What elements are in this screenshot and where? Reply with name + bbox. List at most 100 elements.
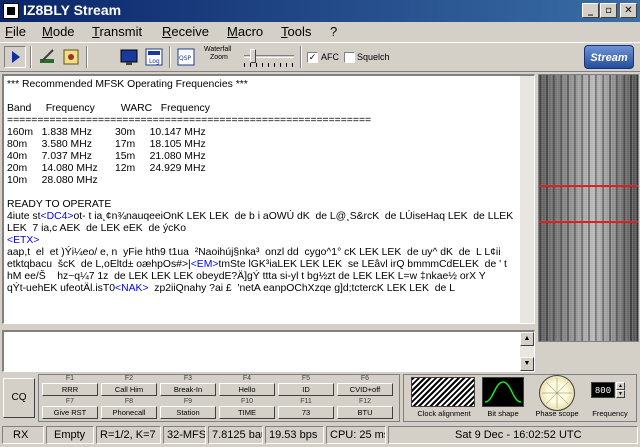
settings-button[interactable] xyxy=(60,46,82,68)
tx-scrollbar[interactable]: ▲ ▼ xyxy=(520,332,534,371)
status-cpu: CPU: 25 ms (18%) xyxy=(326,426,386,444)
rx-line: 20m 14.080 MHz 12m 24.929 MHz xyxy=(7,163,206,174)
rx-scrollbar[interactable] xyxy=(520,76,534,323)
menu-receive[interactable]: Receive xyxy=(162,24,209,39)
bit-shape-icon xyxy=(484,381,522,403)
macro-button-f1[interactable]: RRR xyxy=(42,383,98,396)
settings-icon xyxy=(63,49,79,65)
macro-button-f3[interactable]: Break-In xyxy=(160,383,216,396)
macro-button-f10[interactable]: TIME xyxy=(219,406,275,419)
fkey-label: F4 xyxy=(242,375,252,382)
tx-scroll-down-button[interactable]: ▼ xyxy=(520,357,534,371)
waterfall-spectrum xyxy=(539,75,638,341)
rx-segment: etktqbacu šcK de L,oEltd± oæhpOs#>| xyxy=(7,259,191,270)
waterfall-marker-lower[interactable] xyxy=(539,221,638,223)
menu-file[interactable]: File xyxy=(5,24,26,39)
macro-button-f11[interactable]: 73 xyxy=(278,406,334,419)
menu-help[interactable]: ? xyxy=(330,24,337,39)
rx-line: etktqbacu šcK de L,oEltd± oæhpOs#>|<EM>t… xyxy=(7,259,517,271)
macro-button-f7[interactable]: Give RST xyxy=(42,406,98,419)
menu-tools[interactable]: Tools xyxy=(281,24,311,39)
svg-text:Log: Log xyxy=(149,58,160,65)
macro-button-f8[interactable]: Phonecall xyxy=(101,406,157,419)
rx-line: hM ee/Š hz~q¼7 1z de LEK LEK LEK obeydE?… xyxy=(7,271,517,283)
fkey-label: F11 xyxy=(300,398,312,405)
play-button[interactable] xyxy=(4,46,26,68)
edit-icon xyxy=(40,49,54,63)
zoom-slider-thumb[interactable] xyxy=(250,49,256,63)
fkey-label: F6 xyxy=(360,375,370,382)
tx-scroll-up-button[interactable]: ▲ xyxy=(520,332,534,346)
waterfall-marker-upper[interactable] xyxy=(539,185,638,187)
status-buffer: Empty xyxy=(46,426,94,444)
phase-scope-icon xyxy=(542,378,572,408)
status-bps: 19.53 bps xyxy=(265,426,324,444)
frequency-label: Frequency xyxy=(592,409,628,418)
rx-segment: qÝt-uehEK ufeotÄl.isT0 xyxy=(7,283,116,294)
control-code: <NAK> xyxy=(115,283,149,294)
menu-mode[interactable]: Mode xyxy=(42,24,75,39)
fkey-label: F5 xyxy=(301,375,311,382)
minimize-button[interactable]: _ xyxy=(582,3,599,18)
rx-line: Band Frequency WARC Frequency xyxy=(7,103,210,114)
frequency-display[interactable]: 800 xyxy=(591,382,615,398)
macro-button-f12[interactable]: BTU xyxy=(337,406,393,419)
app-icon[interactable] xyxy=(3,3,19,19)
status-modem: 32-MFSK xyxy=(163,426,206,444)
rx-segment: tmSte lGK³iaLEK LEK LEK se LEâvl irQ bmm… xyxy=(218,259,507,270)
menu-transmit[interactable]: Transmit xyxy=(92,24,142,39)
rx-segment: LEK 7 ia,c AEK de LEK eEK de ýcKo xyxy=(7,223,187,234)
rx-line: 160m 1.838 MHz 30m 10.147 MHz xyxy=(7,127,206,138)
squelch-checkbox[interactable] xyxy=(344,52,355,63)
log-button[interactable]: Log xyxy=(143,46,165,68)
rx-line xyxy=(7,91,517,103)
control-code: <ETX> xyxy=(7,235,40,246)
macro-button-f5[interactable]: ID xyxy=(278,383,334,396)
rx-text-pane[interactable]: *** Recommended MFSK Operating Frequenci… xyxy=(2,74,535,324)
macro-button-f4[interactable]: Hello xyxy=(219,383,275,396)
toolbar-separator xyxy=(300,46,302,68)
rx-segment: aap,t el et )Ýi¼eo/ e, n yFie hth9 t1ua … xyxy=(7,247,501,258)
fkey-label: F8 xyxy=(124,398,134,405)
macro-button-f2[interactable]: Call Him xyxy=(101,383,157,396)
tx-text-pane[interactable]: ▲ ▼ xyxy=(2,330,535,372)
rx-line: aap,t el et )Ýi¼eo/ e, n yFie hth9 t1ua … xyxy=(7,247,517,259)
control-code: <DC4> xyxy=(40,211,74,222)
clock-alignment-display[interactable] xyxy=(411,377,475,407)
status-baud: 7.8125 baud xyxy=(208,426,263,444)
menu-macro[interactable]: Macro xyxy=(227,24,263,39)
macro-button-f6[interactable]: CVID+off xyxy=(337,383,393,396)
close-button[interactable]: ✕ xyxy=(620,3,637,18)
fkey-label: F1 xyxy=(65,375,75,382)
fkey-label: F2 xyxy=(124,375,134,382)
rx-line: LEK 7 ia,c AEK de LEK eEK de ýcKo xyxy=(7,223,517,235)
title-bar: IZ8BLY Stream _ ▫ ✕ xyxy=(0,0,640,22)
zoom-label: Zoom xyxy=(210,54,228,61)
status-mode: RX xyxy=(2,426,44,444)
rx-line: <ETX> xyxy=(7,235,517,247)
qsp-button[interactable]: QSP xyxy=(175,46,197,68)
rx-line: qÝt-uehEK ufeotÄl.isT0<NAK> zp2iiQnahy ?… xyxy=(7,283,517,295)
toolbar-separator xyxy=(86,46,88,68)
svg-text:QSP: QSP xyxy=(179,55,192,62)
edit-button[interactable] xyxy=(36,46,58,68)
rx-line: 80m 3.580 MHz 17m 18.105 MHz xyxy=(7,139,206,150)
afc-checkbox[interactable]: ✓ xyxy=(307,52,318,63)
rx-line: 4iute st<DC4>ot- t ia¸¢n¾nauqeeiOnK LEK … xyxy=(7,211,517,223)
waterfall-display[interactable] xyxy=(538,74,639,342)
maximize-button[interactable]: ▫ xyxy=(600,3,617,18)
toolbar: Log QSP Waterfall Zoom ✓ AFC Squelch Str… xyxy=(0,42,640,72)
macro-button-f9[interactable]: Station xyxy=(160,406,216,419)
frequency-up-button[interactable]: ▲ xyxy=(616,382,625,390)
rx-line: 10m 28.080 MHz xyxy=(7,175,98,186)
waterfall-zoom-label: Waterfall Zoom xyxy=(204,46,231,62)
bit-shape-display[interactable] xyxy=(482,377,524,407)
monitor-button[interactable] xyxy=(118,46,140,68)
frequency-down-button[interactable]: ▼ xyxy=(616,390,625,398)
rx-segment: hM ee/Š hz~q¼7 1z de LEK LEK LEK obeydE?… xyxy=(7,271,486,282)
afc-label: AFC xyxy=(321,52,339,62)
status-bar: RX Empty R=1/2, K=7 32-MFSK 7.8125 baud … xyxy=(0,424,640,447)
rx-segment: zp2iiQnahy ?ai £ 'netA eanpOChXzqe g]d;t… xyxy=(148,283,455,294)
cq-button[interactable]: CQ xyxy=(3,378,35,418)
phase-scope-display[interactable] xyxy=(539,375,575,411)
